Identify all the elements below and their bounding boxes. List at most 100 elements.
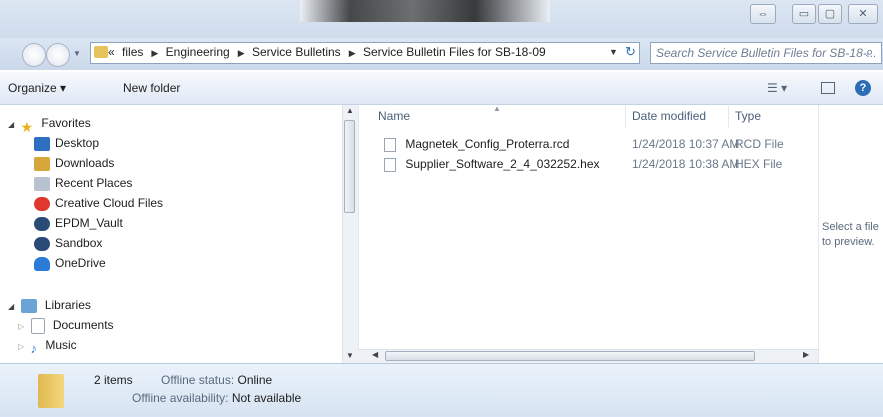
recent-places-icon	[34, 176, 50, 191]
new-folder-button[interactable]: New folder	[123, 81, 180, 95]
preview-message: Select a file to preview.	[822, 220, 879, 250]
nav-libraries[interactable]: ◢ Libraries	[8, 295, 163, 315]
offline-status-value: Online	[237, 373, 273, 387]
help-icon[interactable]: ?	[855, 80, 871, 96]
offline-availability-label: Offline availability:	[132, 391, 229, 405]
horizontal-scroll-thumb[interactable]	[385, 351, 755, 361]
back-button[interactable]	[22, 43, 46, 67]
preview-line-2: to preview.	[822, 236, 875, 248]
scroll-up-arrow-icon[interactable]: ▲	[346, 106, 354, 115]
background-photo-strip	[300, 0, 550, 22]
preview-pane-icon[interactable]	[821, 82, 835, 94]
refresh-icon[interactable]: ↻	[625, 44, 636, 60]
column-header-date[interactable]: Date modified	[632, 109, 706, 123]
file-row[interactable]: Supplier_Software_2_4_032252.hex 1/24/20…	[384, 154, 804, 174]
nav-recent-places[interactable]: Recent Places	[8, 173, 163, 193]
documents-icon	[30, 317, 45, 334]
nav-label: Creative Cloud Files	[55, 196, 164, 210]
chevron-right-icon[interactable]: ▶	[349, 48, 356, 58]
offline-availability: Offline availability: Not available	[132, 391, 301, 405]
offline-status-label: Offline status:	[161, 373, 235, 387]
column-divider[interactable]	[625, 106, 626, 128]
sort-indicator-icon: ▲	[493, 104, 501, 113]
nav-label: Sandbox	[55, 236, 103, 250]
nav-label: Desktop	[55, 136, 100, 150]
nav-label: OneDrive	[55, 256, 106, 270]
search-placeholder: Search Service Bulletin Files for SB-18-…	[656, 46, 877, 60]
breadcrumb-overflow[interactable]: «	[108, 45, 115, 59]
nav-label: Music	[45, 338, 77, 352]
expand-arrow-icon[interactable]: ◢	[8, 302, 14, 311]
close-button[interactable]: ✕	[848, 4, 878, 24]
desktop-icon	[34, 136, 50, 151]
breadcrumb: « files ▶ Engineering ▶ Service Bulletins ▶…	[108, 45, 550, 59]
breadcrumb-engineering[interactable]: Engineering	[166, 45, 230, 59]
column-header-name[interactable]: Name	[378, 109, 410, 123]
history-dropdown-icon[interactable]: ▼	[73, 49, 81, 58]
item-count: 2 items	[94, 373, 133, 387]
nav-label: Downloads	[55, 156, 115, 170]
organize-button[interactable]: Organize ▾	[8, 81, 66, 95]
restore-button[interactable]: ⇔	[750, 4, 776, 24]
chevron-right-icon[interactable]: ▶	[238, 48, 245, 58]
expand-arrow-icon[interactable]: ◢	[8, 120, 14, 129]
downloads-icon	[34, 156, 50, 171]
minimize-button[interactable]: ▭	[792, 4, 816, 24]
file-type: HEX File	[735, 157, 783, 171]
file-name: Supplier_Software_2_4_032252.hex	[405, 157, 600, 171]
preview-line-1: Select a file	[822, 221, 879, 233]
nav-epdm-vault[interactable]: EPDM_Vault	[8, 213, 163, 233]
details-pane	[0, 363, 883, 417]
creative-cloud-icon	[34, 196, 50, 211]
chevron-right-icon[interactable]: ▶	[151, 48, 158, 58]
nav-label: Documents	[52, 318, 114, 332]
offline-status: Offline status: Online	[161, 373, 272, 387]
breadcrumb-service-bulletins[interactable]: Service Bulletins	[252, 45, 341, 59]
maximize-button[interactable]: ▢	[818, 4, 842, 24]
nav-favorites-label: Favorites	[41, 116, 91, 130]
collapsed-arrow-icon[interactable]: ▷	[18, 322, 24, 331]
file-list: Magnetek_Config_Proterra.rcd 1/24/2018 1…	[384, 134, 804, 174]
address-dropdown-icon[interactable]: ▼	[609, 47, 618, 57]
breadcrumb-files[interactable]: files	[122, 45, 143, 59]
file-name: Magnetek_Config_Proterra.rcd	[405, 137, 570, 151]
nav-onedrive[interactable]: OneDrive	[8, 253, 163, 273]
search-icon[interactable]: ⌕	[866, 44, 873, 60]
scroll-thumb[interactable]	[344, 120, 355, 213]
sandbox-icon	[34, 236, 50, 251]
collapsed-arrow-icon[interactable]: ▷	[18, 342, 24, 351]
column-header-type[interactable]: Type	[735, 109, 761, 123]
nav-desktop[interactable]: Desktop	[8, 133, 163, 153]
breadcrumb-sb-folder[interactable]: Service Bulletin Files for SB-18-09	[363, 45, 546, 59]
column-divider[interactable]	[728, 106, 729, 128]
file-type: RCD File	[735, 137, 784, 151]
onedrive-icon	[34, 256, 50, 271]
navigation-list: ◢ ★ Favorites Desktop Downloads Recent P…	[8, 113, 163, 356]
scroll-right-arrow-icon[interactable]: ▶	[803, 350, 809, 359]
nav-documents[interactable]: ▷ Documents	[8, 315, 163, 335]
vault-icon	[34, 216, 50, 231]
view-options-icon[interactable]: ☰ ▾	[767, 81, 787, 95]
nav-downloads[interactable]: Downloads	[8, 153, 163, 173]
file-date: 1/24/2018 10:37 AM	[632, 137, 740, 151]
file-date: 1/24/2018 10:38 AM	[632, 157, 740, 171]
scroll-left-arrow-icon[interactable]: ◀	[372, 350, 378, 359]
forward-button[interactable]	[46, 43, 70, 67]
nav-sandbox[interactable]: Sandbox	[8, 233, 163, 253]
nav-label: EPDM_Vault	[55, 216, 123, 230]
music-icon: ♪	[30, 340, 38, 356]
folder-icon	[94, 46, 108, 58]
scroll-down-arrow-icon[interactable]: ▼	[346, 351, 354, 360]
star-icon: ★	[20, 118, 34, 135]
nav-music[interactable]: ▷ ♪ Music	[8, 335, 163, 356]
file-icon	[384, 137, 396, 152]
folder-large-icon	[38, 374, 64, 408]
offline-availability-value: Not available	[231, 391, 302, 405]
nav-label: Recent Places	[55, 176, 133, 190]
libraries-icon	[20, 298, 37, 313]
file-icon	[384, 157, 396, 172]
nav-libraries-label: Libraries	[44, 298, 91, 312]
nav-favorites[interactable]: ◢ ★ Favorites	[8, 113, 163, 135]
file-row[interactable]: Magnetek_Config_Proterra.rcd 1/24/2018 1…	[384, 134, 804, 154]
nav-creative-cloud[interactable]: Creative Cloud Files	[8, 193, 163, 213]
